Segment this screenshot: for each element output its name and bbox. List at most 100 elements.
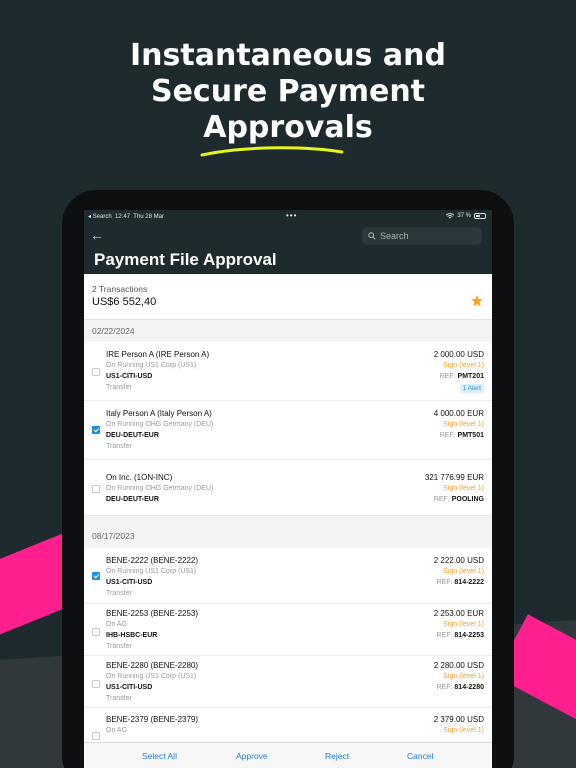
row-entity: On AG — [106, 621, 128, 628]
navigation-bar: ◂ Search 12:47 Thu 28 Mar ••• 37 % ← Sea… — [84, 210, 492, 274]
summary-card: 2 Transactions US$6 552,40 — [84, 274, 492, 320]
search-icon — [368, 232, 376, 240]
multitask-dots-icon[interactable]: ••• — [286, 211, 297, 220]
transaction-row[interactable]: IRE Person A (IRE Person A) On Running U… — [84, 342, 492, 401]
row-entity: On Running US1 Corp (US1) — [106, 362, 197, 369]
transaction-row[interactable]: BENE-2253 (BENE-2253) On AG IHB-HSBC-EUR… — [84, 604, 492, 656]
row-sign-level: Sign (level 1) — [443, 568, 484, 575]
row-ref-value: 814-2222 — [454, 579, 484, 586]
battery-percent: 37 % — [457, 213, 471, 219]
row-account: DEU-DEUT-EUR — [106, 432, 159, 439]
row-ref-label: REF: — [439, 432, 456, 439]
cancel-button[interactable]: Cancel — [407, 751, 433, 761]
row-account: IHB-HSBC-EUR — [106, 632, 158, 639]
row-ref: REF: 814-2280 — [437, 683, 485, 693]
transaction-row[interactable]: BENE-2222 (BENE-2222) On Running US1 Cor… — [84, 548, 492, 604]
row-sign-level: Sign (level 1) — [443, 673, 484, 680]
row-ref-value: 814-2280 — [454, 684, 484, 691]
row-name: Italy Person A (Italy Person A) — [106, 409, 212, 418]
status-right: 37 % — [446, 213, 486, 219]
wifi-icon — [446, 213, 455, 219]
row-amount: 2 000.00 USD — [433, 350, 484, 359]
row-entity: On Running US1 Corp (US1) — [106, 673, 197, 680]
row-ref-value: POOLING — [451, 496, 484, 503]
transaction-row[interactable]: Italy Person A (Italy Person A) On Runni… — [84, 401, 492, 460]
approve-button[interactable]: Approve — [236, 751, 268, 761]
row-checkbox[interactable] — [92, 680, 100, 688]
row-sign-level: Sign (level 1) — [443, 621, 484, 628]
row-ref-label: REF: — [433, 496, 450, 503]
row-name: IRE Person A (IRE Person A) — [106, 350, 210, 359]
alert-badge: 1 Alert — [459, 384, 484, 393]
row-checkbox[interactable] — [92, 485, 100, 493]
row-account: DEU-DEUT-EUR — [106, 496, 159, 503]
row-entity: On AG — [106, 727, 128, 734]
hero-headline: Instantaneous and Secure Payment Approva… — [0, 38, 576, 157]
row-name: BENE-2253 (BENE-2253) — [106, 609, 199, 618]
hero-line-1: Instantaneous and — [130, 38, 446, 73]
page-title: Payment File Approval — [94, 250, 277, 269]
row-amount: 2 280.00 USD — [433, 661, 484, 670]
highlight-underline-icon — [200, 146, 344, 157]
row-checkbox[interactable] — [92, 628, 100, 636]
row-ref-value: PMT501 — [457, 432, 484, 439]
row-ref-label: REF: — [436, 632, 453, 639]
row-entity: On Running OHG Germany (DEU) — [106, 421, 214, 428]
row-amount: 2 253.00 EUR — [433, 609, 484, 618]
row-amount: 2 222.00 USD — [433, 556, 484, 565]
row-checkbox[interactable] — [92, 732, 100, 740]
transaction-row[interactable]: On Inc. (1ON-INC) On Running OHG Germany… — [84, 460, 492, 516]
hero-line-3: Approvals — [203, 110, 373, 145]
star-icon[interactable] — [470, 294, 484, 308]
row-ref: REF: 814-2222 — [437, 578, 485, 588]
row-type: Transfer — [106, 443, 132, 450]
back-arrow-icon[interactable]: ← — [90, 227, 104, 243]
row-account: US1-CITI-USD — [106, 373, 153, 380]
row-entity: On Running OHG Germany (DEU) — [106, 485, 214, 492]
row-ref-value: 814-2253 — [454, 632, 484, 639]
row-account: US1-CITI-USD — [106, 579, 153, 586]
row-name: BENE-2222 (BENE-2222) — [106, 556, 199, 565]
row-sign-level: Sign (level 1) — [443, 362, 484, 369]
section-header: 08/17/2023 — [92, 531, 135, 541]
row-amount: 2 379.00 USD — [433, 715, 484, 724]
row-sign-level: Sign (level 1) — [443, 727, 484, 734]
row-ref: REF: PMT201 — [440, 372, 484, 382]
row-checkbox[interactable] — [92, 426, 100, 434]
row-ref: REF: 814-2253 — [437, 631, 485, 641]
row-type: Transfer — [106, 695, 132, 702]
row-alert[interactable]: 1 Alert — [459, 383, 484, 394]
hero-line-2: Secure Payment — [150, 74, 426, 109]
status-bar: ◂ Search 12:47 Thu 28 Mar ••• 37 % — [88, 211, 486, 223]
search-field[interactable]: Search — [362, 227, 482, 245]
row-ref-label: REF: — [439, 373, 456, 380]
row-ref-value: PMT201 — [457, 373, 484, 380]
row-checkbox[interactable] — [92, 572, 100, 580]
total-amount: US$6 552,40 — [92, 296, 157, 308]
row-type: Transfer — [106, 384, 132, 391]
row-type: Transfer — [106, 590, 132, 597]
status-date: Thu 28 Mar — [133, 214, 164, 220]
status-back-link[interactable]: ◂ Search — [88, 214, 112, 220]
row-name: BENE-2280 (BENE-2280) — [106, 661, 199, 670]
row-entity: On Running US1 Corp (US1) — [106, 568, 197, 575]
search-placeholder: Search — [380, 231, 409, 241]
row-ref-label: REF: — [436, 684, 453, 691]
row-ref: REF: PMT501 — [440, 431, 484, 441]
select-all-button[interactable]: Select All — [142, 751, 177, 761]
transaction-row[interactable]: BENE-2280 (BENE-2280) On Running US1 Cor… — [84, 656, 492, 708]
row-account: US1-CITI-USD — [106, 684, 153, 691]
hero-line-3-wrap: Approvals — [200, 110, 373, 157]
row-name: On Inc. (1ON-INC) — [106, 473, 173, 482]
row-amount: 321 776.99 EUR — [424, 473, 484, 482]
row-ref: REF: POOLING — [434, 495, 484, 505]
row-ref-label: REF: — [436, 579, 453, 586]
status-time: 12:47 — [115, 214, 131, 220]
row-checkbox[interactable] — [92, 368, 100, 376]
row-type: Transfer — [106, 643, 132, 650]
status-left: ◂ Search 12:47 Thu 28 Mar — [88, 213, 164, 220]
reject-button[interactable]: Reject — [325, 751, 349, 761]
section-header: 02/22/2024 — [92, 326, 135, 336]
action-toolbar: Select All Approve Reject Cancel — [84, 742, 492, 768]
